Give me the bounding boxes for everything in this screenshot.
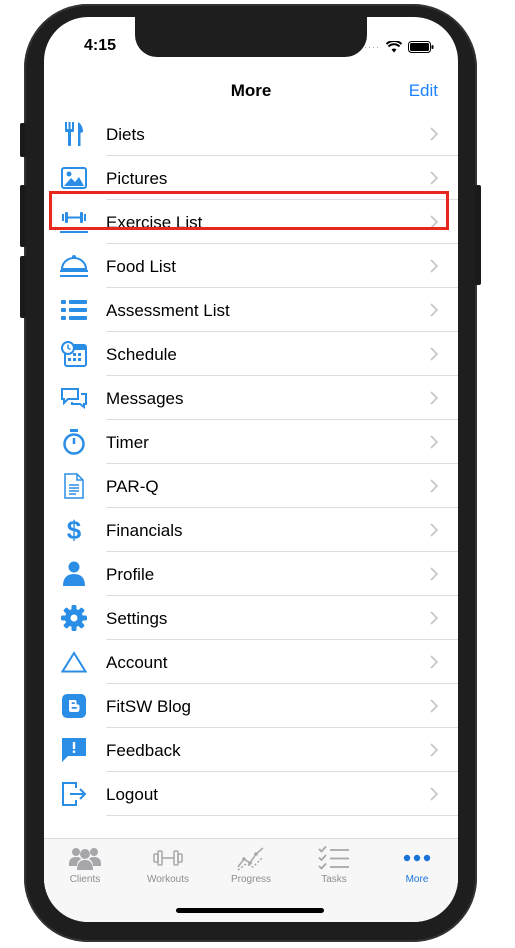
- battery-icon: [408, 41, 434, 53]
- chart-line-icon: [237, 847, 264, 871]
- home-indicator[interactable]: [176, 908, 324, 913]
- menu-item-account[interactable]: Account: [44, 640, 458, 684]
- menu-item-label: Messages: [106, 389, 184, 408]
- menu-item-feedback[interactable]: Feedback: [44, 728, 458, 772]
- menu-item-label: Assessment List: [106, 301, 230, 320]
- menu-item-label: Feedback: [106, 741, 181, 760]
- tab-label: Progress: [230, 874, 271, 885]
- more-dots-icon: [403, 854, 431, 862]
- status-icons: ····: [364, 41, 434, 53]
- document-icon: [60, 473, 88, 499]
- menu-item-label: Diets: [106, 125, 145, 144]
- menu-item-label: Settings: [106, 609, 168, 628]
- logout-icon: [60, 781, 88, 807]
- tab-tasks[interactable]: Tasks: [293, 845, 375, 885]
- chevron-right-icon: [430, 699, 438, 713]
- tab-clients[interactable]: Clients: [44, 845, 126, 885]
- menu-item-logout[interactable]: Logout: [44, 772, 458, 816]
- menu-item-label: Account: [106, 653, 168, 672]
- volume-down-button: [20, 256, 26, 318]
- menu-item-label: Food List: [106, 257, 176, 276]
- menu-item-messages[interactable]: Messages: [44, 376, 458, 420]
- calendar-clock-icon: [60, 341, 88, 367]
- dollar-icon: $: [66, 515, 82, 545]
- chevron-right-icon: [430, 743, 438, 757]
- dumbbell-icon: [153, 850, 183, 866]
- menu-item-fitsw-blog[interactable]: FitSW Blog: [44, 684, 458, 728]
- menu-item-diets[interactable]: Diets: [44, 112, 458, 156]
- menu-item-label: Financials: [106, 521, 183, 540]
- tab-more[interactable]: More: [376, 845, 458, 885]
- chat-bubbles-icon: [60, 385, 88, 411]
- menu-item-label: Timer: [106, 433, 149, 452]
- status-time: 4:15: [84, 37, 117, 54]
- chevron-right-icon: [430, 259, 438, 273]
- chevron-right-icon: [430, 611, 438, 625]
- menu-item-label: Pictures: [106, 169, 168, 188]
- list-icon: [60, 297, 88, 323]
- checklist-icon: [318, 845, 349, 870]
- page-title: More: [230, 81, 272, 100]
- menu-item-label: Schedule: [106, 345, 177, 364]
- menu-item-settings[interactable]: Settings: [44, 596, 458, 640]
- chevron-right-icon: [430, 347, 438, 361]
- chevron-right-icon: [430, 479, 438, 493]
- triangle-icon: [60, 649, 88, 675]
- signal-dots-icon: ····: [364, 42, 380, 52]
- volume-up-button: [20, 185, 26, 247]
- menu-item-food-list[interactable]: Food List: [44, 244, 458, 288]
- notch: [135, 17, 367, 57]
- edit-button[interactable]: Edit: [409, 81, 438, 101]
- menu-item-par-q[interactable]: PAR-Q: [44, 464, 458, 508]
- cloche-icon: [60, 253, 88, 279]
- chevron-right-icon: [430, 567, 438, 581]
- menu-item-label: Profile: [106, 565, 155, 584]
- mute-switch: [20, 123, 26, 157]
- picture-icon: [60, 165, 88, 191]
- person-icon: [60, 561, 88, 587]
- menu-item-timer[interactable]: Timer: [44, 420, 458, 464]
- feedback-icon: [60, 737, 88, 763]
- menu-item-schedule[interactable]: Schedule: [44, 332, 458, 376]
- chevron-right-icon: [430, 655, 438, 669]
- menu-item-label: FitSW Blog: [106, 697, 192, 716]
- chevron-right-icon: [430, 127, 438, 141]
- chevron-right-icon: [430, 787, 438, 801]
- chevron-right-icon: [430, 303, 438, 317]
- gear-icon: [60, 605, 88, 631]
- chevron-right-icon: [430, 391, 438, 405]
- tab-label: Clients: [69, 874, 101, 885]
- chevron-right-icon: [430, 523, 438, 537]
- menu-item-assessment-list[interactable]: Assessment List: [44, 288, 458, 332]
- screen: 4:15 ···· More Edit Diets Pictures Exerc…: [44, 17, 458, 922]
- separator: [106, 815, 458, 816]
- people-icon: [69, 848, 101, 870]
- highlight-box: [49, 191, 449, 230]
- fork-knife-icon: [60, 121, 88, 147]
- chevron-right-icon: [430, 171, 438, 185]
- menu-item-label: Logout: [106, 785, 158, 804]
- tab-label: Workouts: [146, 874, 190, 885]
- tab-progress[interactable]: Progress: [210, 845, 292, 885]
- menu-item-label: PAR-Q: [106, 477, 159, 496]
- blogger-icon: [60, 693, 88, 719]
- menu-item-financials[interactable]: $ Financials: [44, 508, 458, 552]
- tab-label: Tasks: [321, 874, 347, 885]
- tab-workouts[interactable]: Workouts: [127, 845, 209, 885]
- chevron-right-icon: [430, 435, 438, 449]
- tab-label: More: [405, 874, 429, 885]
- menu-item-profile[interactable]: Profile: [44, 552, 458, 596]
- stopwatch-icon: [60, 429, 88, 455]
- wifi-icon: [386, 41, 402, 53]
- power-button: [475, 185, 481, 285]
